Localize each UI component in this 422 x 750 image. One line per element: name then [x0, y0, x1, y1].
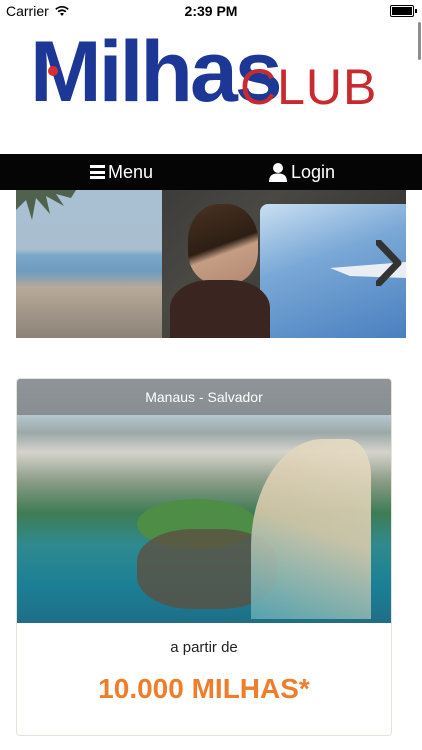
menu-label: Menu — [108, 161, 154, 182]
login-label: Login — [291, 161, 336, 182]
price-value: 10.000 MILHAS* — [98, 673, 310, 704]
logo-dot — [48, 66, 58, 76]
login-button[interactable]: Login — [268, 154, 335, 190]
traveler-slide-image — [162, 190, 406, 338]
logo-text-club: CLUB — [240, 59, 378, 115]
image-carousel[interactable] — [16, 190, 406, 338]
hamburger-icon — [90, 165, 105, 179]
offer-card[interactable]: Manaus - Salvador a partir de 10.000 MIL… — [16, 378, 392, 736]
menu-button[interactable]: Menu — [90, 154, 153, 190]
scroll-indicator — [418, 22, 421, 60]
battery-icon — [390, 5, 417, 17]
destination-image — [17, 379, 391, 623]
palm-leaf-icon — [16, 190, 76, 220]
user-icon — [269, 163, 287, 182]
traveler-body — [170, 280, 270, 338]
traveler-head — [188, 204, 258, 284]
status-bar: Carrier 2:39 PM — [0, 0, 422, 22]
price-prefix: a partir de — [170, 639, 238, 656]
chevron-right-icon[interactable] — [376, 240, 402, 286]
milhas-club-logo[interactable]: Milhas CLUB — [30, 29, 400, 115]
route-title: Manaus - Salvador — [17, 379, 391, 415]
status-time: 2:39 PM — [184, 3, 238, 19]
beach-slide-image — [16, 190, 162, 338]
nav-bar: Menu Login — [0, 154, 422, 190]
